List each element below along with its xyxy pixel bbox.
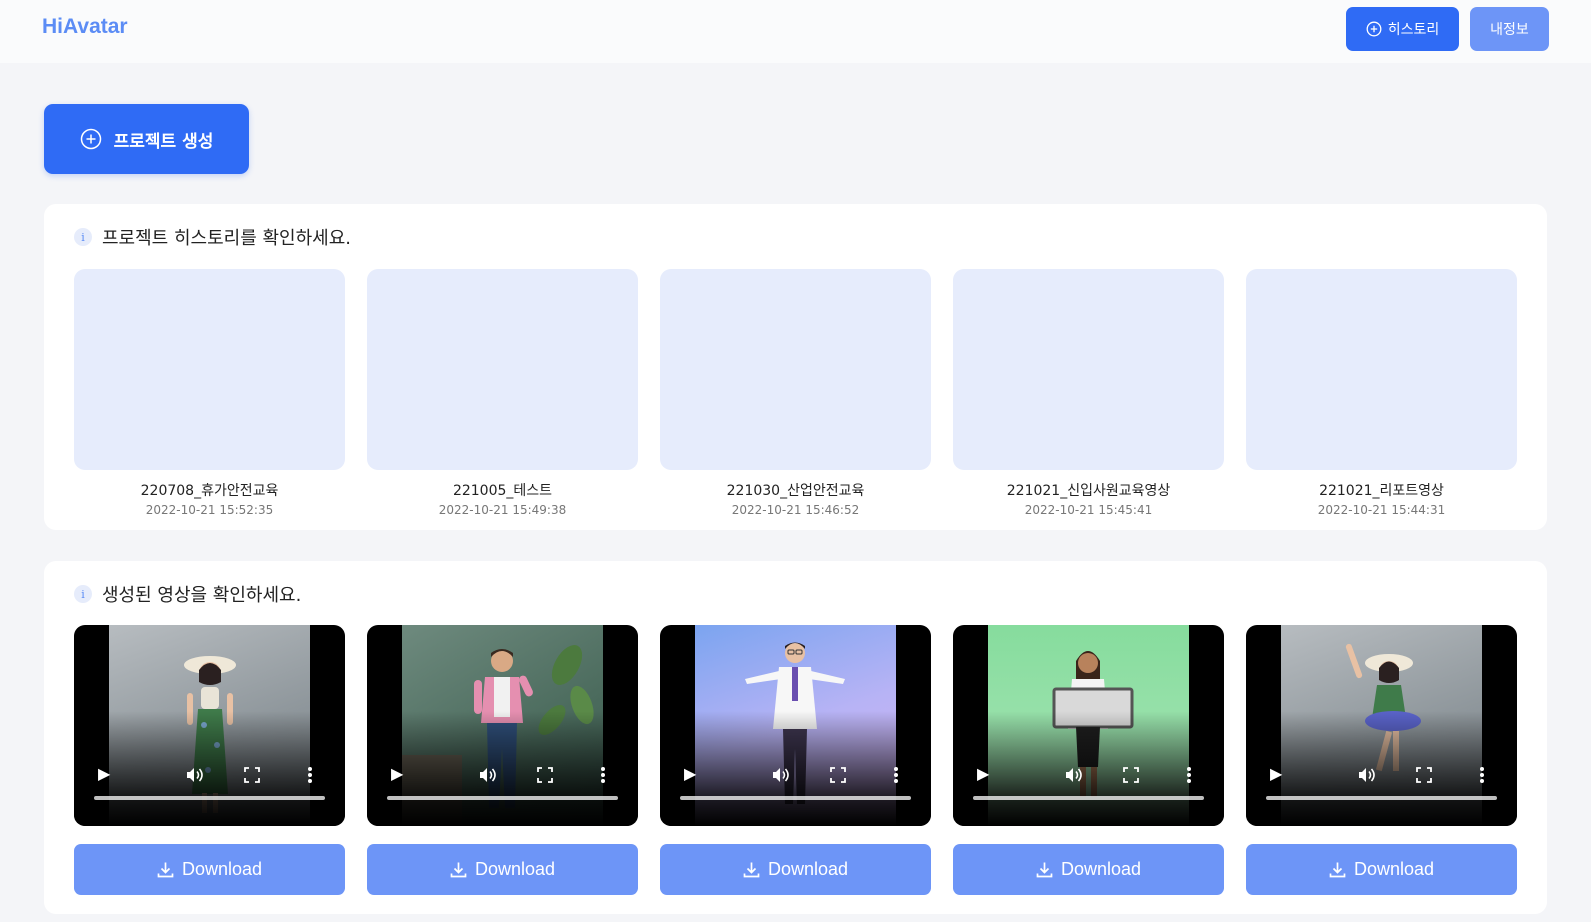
- app-logo[interactable]: HiAvatar: [42, 15, 128, 39]
- fullscreen-icon[interactable]: [1123, 762, 1139, 786]
- play-icon[interactable]: ▶: [1270, 762, 1282, 786]
- volume-icon[interactable]: [477, 762, 497, 786]
- video-card: ▶ Download: [953, 625, 1224, 895]
- progress-bar[interactable]: [94, 796, 325, 800]
- project-title: 221021_리포트영상: [1319, 483, 1444, 499]
- download-button[interactable]: Download: [953, 844, 1224, 895]
- history-button[interactable]: 히스토리: [1346, 7, 1459, 51]
- progress-bar[interactable]: [387, 796, 618, 800]
- project-date: 2022-10-21 15:45:41: [1024, 503, 1153, 517]
- play-icon[interactable]: ▶: [977, 762, 989, 786]
- create-project-label: 프로젝트 생성: [113, 131, 214, 152]
- create-project-button[interactable]: 프로젝트 생성: [44, 104, 249, 174]
- fullscreen-icon[interactable]: [537, 762, 553, 786]
- project-title: 220708_휴가안전교육: [140, 483, 279, 499]
- project-thumbnail[interactable]: [1246, 269, 1517, 470]
- volume-icon[interactable]: [1063, 762, 1083, 786]
- fullscreen-icon[interactable]: [830, 762, 846, 786]
- play-icon[interactable]: ▶: [684, 762, 696, 786]
- project-date: 2022-10-21 15:44:31: [1317, 503, 1446, 517]
- more-options-icon[interactable]: [600, 762, 606, 786]
- history-heading: i 프로젝트 히스토리를 확인하세요.: [74, 224, 351, 250]
- project-date: 2022-10-21 15:49:38: [438, 503, 567, 517]
- myinfo-button[interactable]: 내정보: [1470, 7, 1549, 51]
- history-heading-text: 프로젝트 히스토리를 확인하세요.: [102, 228, 352, 249]
- project-card[interactable]: 221005_테스트 2022-10-21 15:49:38: [367, 269, 638, 517]
- player-controls: ▶: [953, 762, 1224, 786]
- project-card[interactable]: 221021_신입사원교육영상 2022-10-21 15:45:41: [953, 269, 1224, 517]
- video-card: ▶ Download: [660, 625, 931, 895]
- project-title: 221030_산업안전교육: [726, 483, 865, 499]
- progress-bar[interactable]: [1266, 796, 1497, 800]
- play-icon[interactable]: ▶: [98, 762, 110, 786]
- video-card: ▶ Download: [367, 625, 638, 895]
- project-thumbnail[interactable]: [74, 269, 345, 470]
- fullscreen-icon[interactable]: [1416, 762, 1432, 786]
- video-player[interactable]: ▶: [367, 625, 638, 826]
- project-thumbnail[interactable]: [660, 269, 931, 470]
- download-button[interactable]: Download: [660, 844, 931, 895]
- download-icon: [157, 862, 174, 878]
- player-controls: ▶: [1246, 762, 1517, 786]
- video-card: ▶ Download: [74, 625, 345, 895]
- videos-heading: i 생성된 영상을 확인하세요.: [74, 581, 301, 607]
- download-button[interactable]: Download: [1246, 844, 1517, 895]
- download-button[interactable]: Download: [367, 844, 638, 895]
- info-icon: i: [74, 228, 92, 246]
- player-controls: ▶: [660, 762, 931, 786]
- project-history-panel: i 프로젝트 히스토리를 확인하세요. 220708_휴가안전교육 2022-1…: [44, 204, 1547, 530]
- more-options-icon[interactable]: [1186, 762, 1192, 786]
- video-player[interactable]: ▶: [660, 625, 931, 826]
- videos-heading-text: 생성된 영상을 확인하세요.: [102, 585, 302, 606]
- history-button-label: 히스토리: [1387, 22, 1440, 38]
- download-label: Download: [181, 859, 263, 879]
- progress-bar[interactable]: [973, 796, 1204, 800]
- generated-videos-panel: i 생성된 영상을 확인하세요. ▶ Download ▶ Download ▶…: [44, 561, 1547, 914]
- project-card[interactable]: 221021_리포트영상 2022-10-21 15:44:31: [1246, 269, 1517, 517]
- download-icon: [743, 862, 760, 878]
- download-icon: [1329, 862, 1346, 878]
- project-date: 2022-10-21 15:52:35: [145, 503, 274, 517]
- video-player[interactable]: ▶: [1246, 625, 1517, 826]
- plus-circle-icon: [1366, 21, 1382, 37]
- project-thumbnail[interactable]: [367, 269, 638, 470]
- top-header: HiAvatar 히스토리 내정보: [0, 0, 1591, 63]
- download-label: Download: [1060, 859, 1142, 879]
- progress-bar[interactable]: [680, 796, 911, 800]
- fullscreen-icon[interactable]: [244, 762, 260, 786]
- info-icon: i: [74, 585, 92, 603]
- more-options-icon[interactable]: [893, 762, 899, 786]
- volume-icon[interactable]: [184, 762, 204, 786]
- download-label: Download: [474, 859, 556, 879]
- player-controls: ▶: [367, 762, 638, 786]
- volume-icon[interactable]: [1356, 762, 1376, 786]
- project-title: 221005_테스트: [452, 483, 553, 499]
- download-icon: [1036, 862, 1053, 878]
- project-thumbnail[interactable]: [953, 269, 1224, 470]
- video-card: ▶ Download: [1246, 625, 1517, 895]
- volume-icon[interactable]: [770, 762, 790, 786]
- play-icon[interactable]: ▶: [391, 762, 403, 786]
- project-card[interactable]: 221030_산업안전교육 2022-10-21 15:46:52: [660, 269, 931, 517]
- project-title: 221021_신입사원교육영상: [1006, 483, 1171, 499]
- download-label: Download: [767, 859, 849, 879]
- plus-circle-icon: [80, 128, 102, 150]
- more-options-icon[interactable]: [307, 762, 313, 786]
- video-player[interactable]: ▶: [953, 625, 1224, 826]
- download-label: Download: [1353, 859, 1435, 879]
- player-controls: ▶: [74, 762, 345, 786]
- download-button[interactable]: Download: [74, 844, 345, 895]
- project-date: 2022-10-21 15:46:52: [731, 503, 860, 517]
- video-player[interactable]: ▶: [74, 625, 345, 826]
- download-icon: [450, 862, 467, 878]
- more-options-icon[interactable]: [1479, 762, 1485, 786]
- project-card[interactable]: 220708_휴가안전교육 2022-10-21 15:52:35: [74, 269, 345, 517]
